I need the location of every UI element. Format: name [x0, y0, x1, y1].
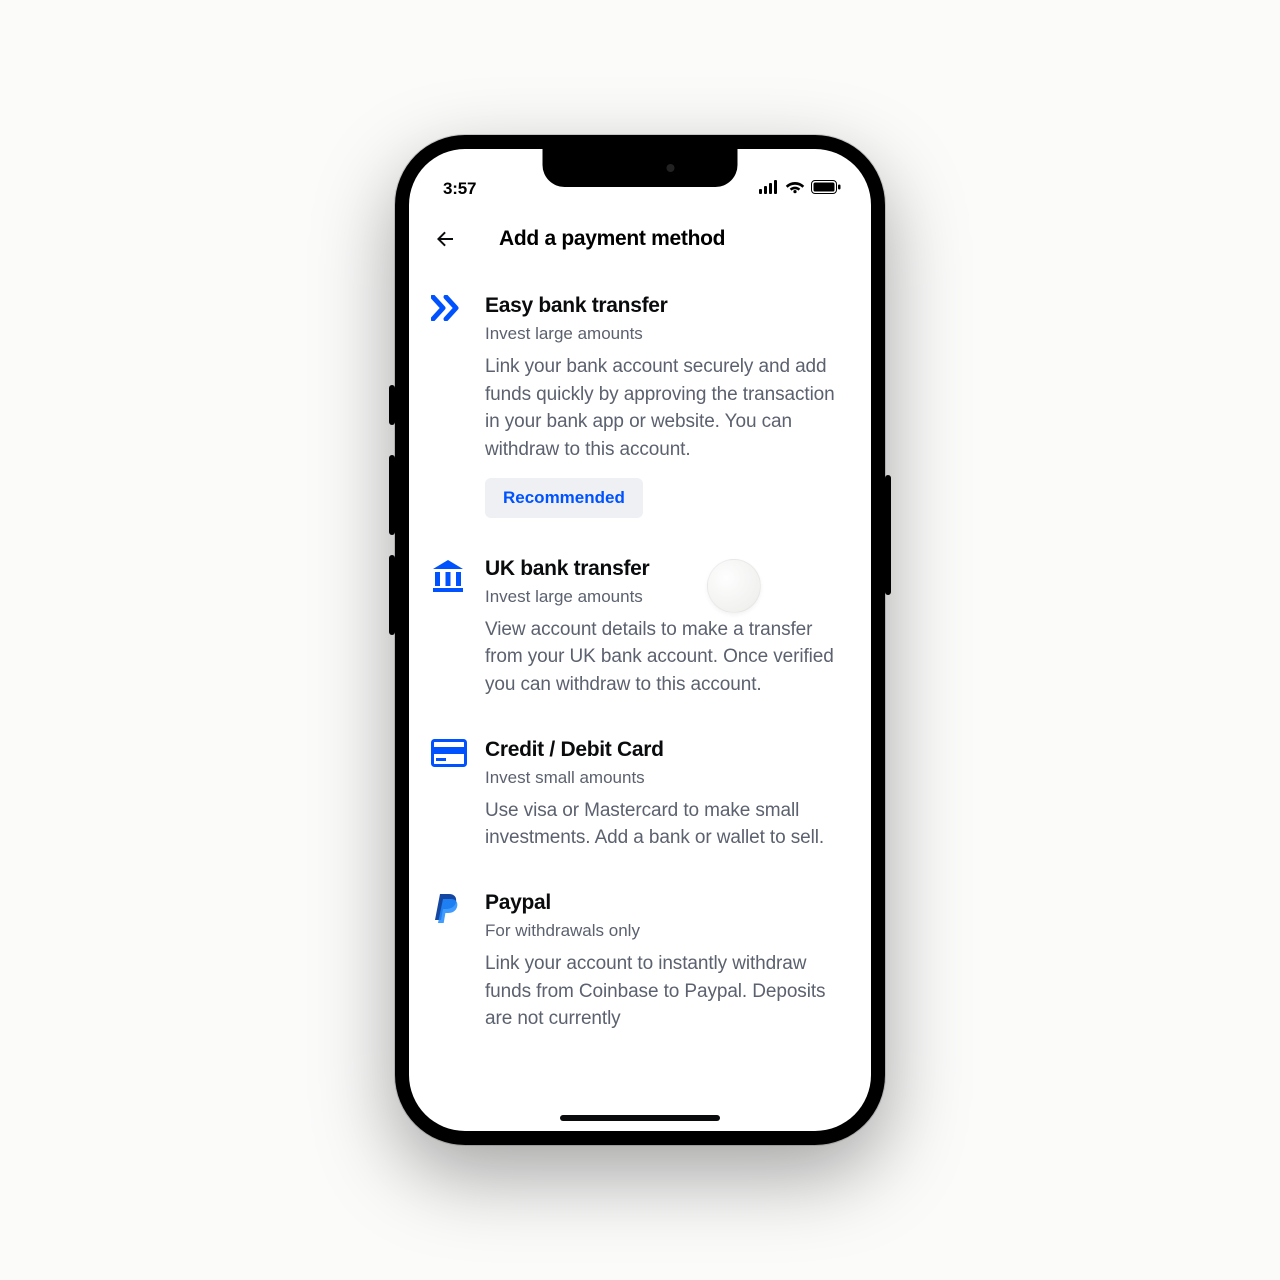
option-title: Paypal [485, 890, 849, 916]
option-subtitle: Invest large amounts [485, 323, 849, 345]
silence-switch [389, 385, 395, 425]
option-description: Link your bank account securely and add … [485, 353, 849, 463]
option-description: Use visa or Mastercard to make small inv… [485, 797, 849, 852]
phone-screen: 3:57 [409, 149, 871, 1131]
double-chevron-icon [431, 308, 465, 325]
screen-content: Add a payment method Easy bank transfer [409, 149, 871, 1131]
volume-up-button [389, 455, 395, 535]
touch-indicator [707, 559, 761, 613]
power-button [885, 475, 891, 595]
option-description: Link your account to instantly withdraw … [485, 950, 849, 1033]
back-arrow-icon [433, 227, 457, 251]
option-credit-debit-card[interactable]: Credit / Debit Card Invest small amounts… [431, 723, 849, 876]
option-uk-bank-transfer[interactable]: UK bank transfer Invest large amounts Vi… [431, 542, 849, 723]
option-subtitle: For withdrawals only [485, 920, 849, 942]
back-button[interactable] [431, 225, 459, 253]
volume-down-button [389, 555, 395, 635]
option-paypal[interactable]: Paypal For withdrawals only Link your ac… [431, 876, 849, 1057]
option-description: View account details to make a transfer … [485, 616, 849, 699]
option-subtitle: Invest large amounts [485, 586, 849, 608]
option-title: Credit / Debit Card [485, 737, 849, 763]
cellular-icon [759, 180, 779, 199]
page-title: Add a payment method [499, 227, 725, 251]
front-camera [666, 164, 674, 172]
phone-notch [543, 149, 738, 187]
option-subtitle: Invest small amounts [485, 767, 849, 789]
card-icon [431, 754, 467, 771]
battery-icon [811, 180, 841, 199]
paypal-icon [431, 913, 461, 930]
phone-frame: 3:57 [395, 135, 885, 1145]
option-title: UK bank transfer [485, 556, 849, 582]
option-title: Easy bank transfer [485, 293, 849, 319]
option-easy-bank-transfer[interactable]: Easy bank transfer Invest large amounts … [431, 279, 849, 542]
recommended-badge: Recommended [485, 478, 643, 518]
nav-bar: Add a payment method [409, 203, 871, 271]
payment-method-list: Easy bank transfer Invest large amounts … [409, 271, 871, 1057]
home-indicator[interactable] [560, 1115, 720, 1121]
bank-icon [431, 579, 465, 596]
wifi-icon [785, 180, 805, 199]
status-time: 3:57 [443, 179, 476, 199]
